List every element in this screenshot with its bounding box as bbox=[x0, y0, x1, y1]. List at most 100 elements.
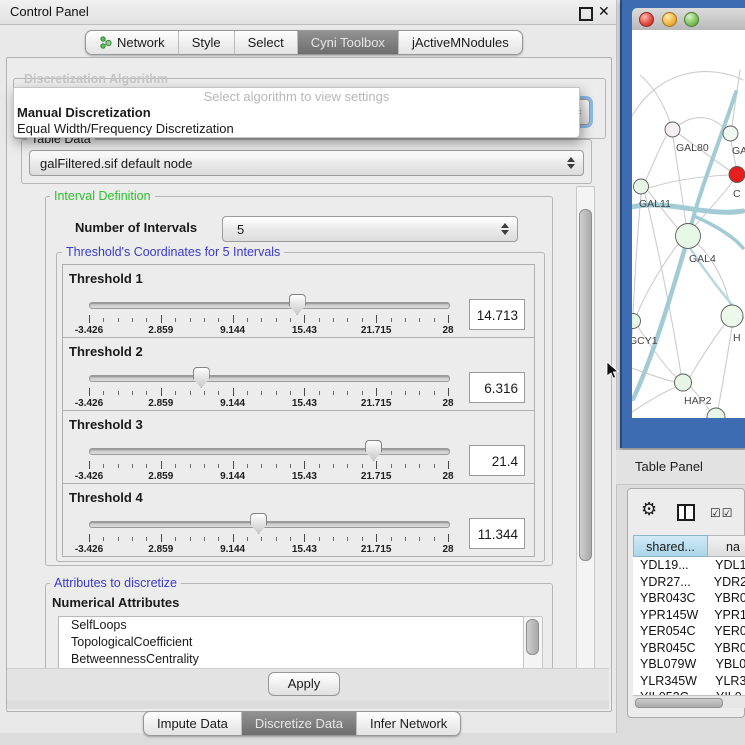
close-traffic-light[interactable] bbox=[639, 12, 654, 27]
network-edge[interactable] bbox=[649, 175, 729, 188]
column-header-name[interactable]: na bbox=[708, 535, 745, 557]
table-cell[interactable]: YBL079W bbox=[633, 656, 708, 673]
table-cell[interactable]: YPR145W bbox=[633, 607, 706, 624]
minimize-traffic-light[interactable] bbox=[662, 12, 677, 27]
panel-scrollbar[interactable] bbox=[576, 186, 595, 702]
table-cell[interactable]: YBR045C bbox=[633, 640, 706, 657]
table-row[interactable]: YLR345WYLR3 bbox=[633, 673, 745, 690]
network-edge[interactable] bbox=[679, 118, 724, 129]
table-cell[interactable]: YBR0 bbox=[706, 640, 745, 657]
threshold-value-field[interactable]: 11.344 bbox=[469, 518, 525, 549]
float-window-icon[interactable] bbox=[579, 7, 593, 21]
network-canvas[interactable]: GAL80GACGAL11GAL4GCY1HHAP2 bbox=[632, 30, 745, 418]
slider-handle[interactable] bbox=[289, 294, 306, 315]
network-edge[interactable] bbox=[646, 136, 666, 180]
table-cell[interactable]: YBR043C bbox=[633, 590, 706, 607]
network-node[interactable] bbox=[675, 374, 692, 391]
list-scrollbar[interactable] bbox=[523, 616, 543, 670]
network-node[interactable] bbox=[721, 305, 743, 327]
network-edge[interactable] bbox=[632, 368, 675, 382]
threshold-value-field[interactable]: 21.4 bbox=[469, 445, 525, 476]
network-node[interactable] bbox=[665, 122, 680, 137]
tick-mark bbox=[347, 391, 348, 395]
tab-jactivemnodules[interactable]: jActiveMNodules bbox=[398, 31, 522, 54]
slider-track[interactable] bbox=[89, 375, 450, 382]
apply-button[interactable]: Apply bbox=[268, 672, 340, 696]
tab-select[interactable]: Select bbox=[234, 31, 297, 54]
table-hscrollbar-thumb[interactable] bbox=[635, 698, 723, 708]
table-row[interactable]: YDL19...YDL1 bbox=[633, 557, 745, 574]
table-cell[interactable]: YLR345W bbox=[633, 673, 707, 690]
tick-mark bbox=[161, 315, 162, 323]
tab-network[interactable]: Network bbox=[86, 31, 178, 54]
tick-mark bbox=[276, 537, 277, 541]
table-cell[interactable]: YLR3 bbox=[707, 673, 745, 690]
table-cell[interactable]: YDL19... bbox=[633, 557, 707, 574]
tab-impute-data[interactable]: Impute Data bbox=[144, 712, 241, 735]
column-header-shared[interactable]: shared... bbox=[633, 535, 708, 557]
gear-icon[interactable]: ⚙ bbox=[641, 499, 657, 520]
table-cell[interactable]: YER0 bbox=[706, 623, 745, 640]
network-edge[interactable] bbox=[636, 244, 678, 317]
slider-handle[interactable] bbox=[193, 367, 210, 388]
slider-track[interactable] bbox=[89, 521, 450, 528]
threshold-slider[interactable]: -3.426 2.859 9.144 15.43 21.715 28 bbox=[89, 294, 448, 336]
table-cell[interactable]: YDR2 bbox=[706, 574, 745, 591]
dropdown-option-manual[interactable]: Manual Discretization bbox=[14, 105, 579, 121]
tick-mark bbox=[434, 464, 435, 468]
threshold-value-field[interactable]: 6.316 bbox=[469, 372, 525, 403]
network-edge[interactable] bbox=[718, 327, 732, 409]
table-row[interactable]: YER054CYER0 bbox=[633, 623, 745, 640]
tick-mark bbox=[319, 391, 320, 395]
threshold-slider[interactable]: -3.426 2.859 9.144 15.43 21.715 28 bbox=[89, 440, 448, 482]
network-node[interactable] bbox=[729, 167, 745, 183]
table-hscrollbar[interactable] bbox=[633, 695, 745, 708]
table-cell[interactable]: YDL1 bbox=[707, 557, 745, 574]
checkbox-icons[interactable]: ☑☑ bbox=[710, 506, 734, 520]
table-row[interactable]: YPR145WYPR1 bbox=[633, 607, 745, 624]
tab-cyni-toolbox[interactable]: Cyni Toolbox bbox=[297, 31, 398, 54]
list-scrollbar-thumb[interactable] bbox=[526, 619, 539, 655]
dropdown-placeholder-item[interactable]: Select algorithm to view settings bbox=[14, 89, 579, 105]
network-node[interactable] bbox=[707, 408, 725, 418]
slider-track[interactable] bbox=[89, 302, 450, 309]
tick-mark bbox=[103, 464, 104, 468]
split-pane-icon[interactable] bbox=[677, 504, 695, 521]
panel-scrollbar-thumb[interactable] bbox=[579, 209, 592, 561]
zoom-traffic-light[interactable] bbox=[684, 12, 699, 27]
slider-track[interactable] bbox=[89, 448, 450, 455]
network-node[interactable] bbox=[723, 126, 738, 141]
slider-handle[interactable] bbox=[365, 440, 382, 461]
slider-handle[interactable] bbox=[250, 513, 267, 534]
table-row[interactable]: YBL079WYBL0 bbox=[633, 656, 745, 673]
tab-style[interactable]: Style bbox=[178, 31, 234, 54]
table-data-combobox[interactable]: galFiltered.sif default node bbox=[29, 150, 584, 176]
network-edge[interactable] bbox=[694, 216, 743, 248]
tab-infer-network[interactable]: Infer Network bbox=[356, 712, 460, 735]
network-node[interactable] bbox=[632, 314, 641, 329]
table-row[interactable]: YDR27...YDR2 bbox=[633, 574, 745, 591]
list-item[interactable]: SelfLoops bbox=[59, 617, 524, 634]
tab-label: Infer Network bbox=[370, 716, 447, 731]
table-row[interactable]: YBR043CYBR0 bbox=[633, 590, 745, 607]
table-cell[interactable]: YPR1 bbox=[706, 607, 745, 624]
table-cell[interactable]: YDR27... bbox=[633, 574, 706, 591]
network-node[interactable] bbox=[634, 179, 649, 194]
number-of-intervals-combobox[interactable]: 5 bbox=[222, 216, 518, 242]
network-edge[interactable] bbox=[632, 72, 743, 116]
table-row[interactable]: YBR045CYBR0 bbox=[633, 640, 745, 657]
network-node[interactable] bbox=[676, 224, 701, 249]
dropdown-option-equal-width[interactable]: Equal Width/Frequency Discretization bbox=[14, 121, 579, 137]
table-cell[interactable]: YBL0 bbox=[708, 656, 745, 673]
tab-discretize-data[interactable]: Discretize Data bbox=[241, 712, 356, 735]
list-item[interactable]: TopologicalCoefficient bbox=[59, 634, 524, 651]
close-icon[interactable]: ✕ bbox=[598, 3, 610, 20]
network-edge[interactable] bbox=[691, 92, 736, 226]
table-cell[interactable]: YER054C bbox=[633, 623, 706, 640]
table-cell[interactable]: YBR0 bbox=[706, 590, 745, 607]
network-edge[interactable] bbox=[690, 325, 724, 377]
threshold-value-field[interactable]: 14.713 bbox=[469, 299, 525, 330]
threshold-slider[interactable]: -3.426 2.859 9.144 15.43 21.715 28 bbox=[89, 513, 448, 555]
threshold-slider[interactable]: -3.426 2.859 9.144 15.43 21.715 28 bbox=[89, 367, 448, 409]
list-item[interactable]: BetweennessCentrality bbox=[59, 651, 524, 668]
